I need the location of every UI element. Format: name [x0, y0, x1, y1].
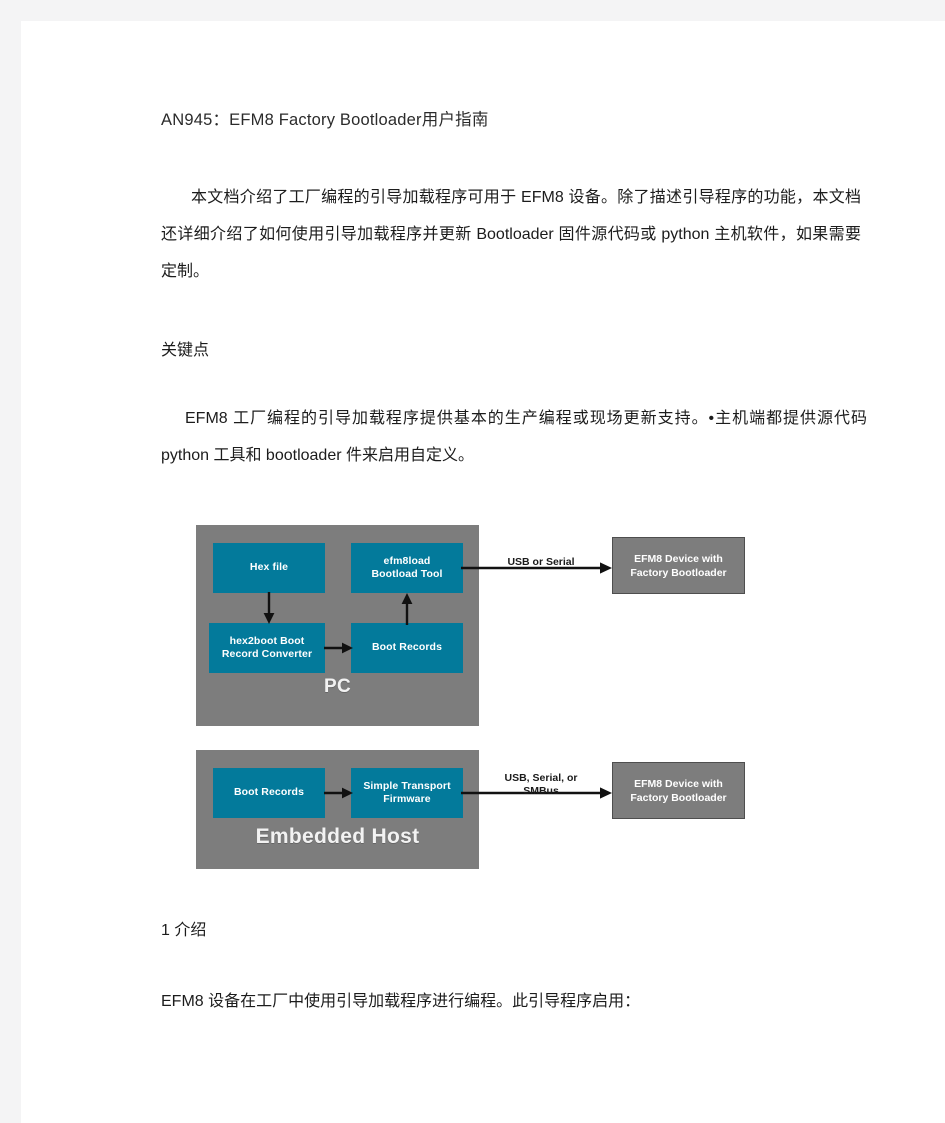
device-box-label: EFM8 Device with Factory Bootloader — [630, 552, 727, 579]
link-label-usb-serial-smbus: USB, Serial, or SMBus — [504, 772, 578, 797]
device-box-efm8-factory-bootloader-embedded: EFM8 Device with Factory Bootloader — [612, 762, 745, 819]
box-hex2boot-converter: hex2boot Boot Record Converter — [209, 623, 325, 673]
arrow-hex-file-to-converter — [263, 592, 275, 624]
link-label-usb-or-serial: USB or Serial — [507, 556, 575, 568]
device-box-efm8-factory-bootloader: EFM8 Device with Factory Bootloader — [612, 537, 745, 594]
box-boot-records-embedded: Boot Records — [213, 768, 325, 818]
box-boot-records: Boot Records — [351, 623, 463, 673]
pc-host-diagram: Hex file efm8load Bootload Tool hex2boot… — [175, 504, 755, 726]
embedded-host-diagram: Boot Records Simple Transport Firmware U… — [175, 729, 755, 874]
device-box-label-embedded: EFM8 Device with Factory Bootloader — [630, 777, 727, 804]
box-simple-transport-firmware-label: Simple Transport Firmware — [363, 779, 451, 806]
box-boot-records-label: Boot Records — [371, 641, 443, 654]
heading-key-points: 关键点 — [161, 342, 210, 359]
arrow-boot-records-to-efm8load — [401, 593, 413, 625]
arrow-converter-to-boot-records — [324, 642, 353, 654]
box-boot-records-embedded-label: Boot Records — [233, 786, 305, 799]
arrow-boot-records-to-firmware — [324, 787, 353, 799]
box-simple-transport-firmware: Simple Transport Firmware — [351, 768, 463, 818]
pc-panel-label: PC — [324, 676, 351, 697]
document-page: AN945：EFM8 Factory Bootloader用户指南 本文档介绍了… — [21, 21, 945, 1123]
box-efm8load-tool-label: efm8load Bootload Tool — [371, 554, 443, 581]
box-hex-file: Hex file — [213, 543, 325, 593]
paragraph-intro: 本文档介绍了工厂编程的引导加载程序可用于 EFM8 设备。除了描述引导程序的功能… — [161, 189, 861, 280]
heading-section-1: 1 介绍 — [161, 922, 207, 939]
paragraph-section-1: EFM8 设备在工厂中使用引导加载程序进行编程。此引导程序启用： — [161, 993, 641, 1010]
box-hex-file-label: Hex file — [249, 561, 289, 574]
embedded-host-panel-label: Embedded Host — [255, 825, 420, 848]
box-efm8load-tool: efm8load Bootload Tool — [351, 543, 463, 593]
box-hex2boot-converter-label: hex2boot Boot Record Converter — [221, 634, 313, 661]
page-title: AN945：EFM8 Factory Bootloader用户指南 — [161, 111, 489, 129]
paragraph-key-points: EFM8 工厂编程的引导加载程序提供基本的生产编程或现场更新支持。•主机端都提供… — [161, 410, 867, 464]
